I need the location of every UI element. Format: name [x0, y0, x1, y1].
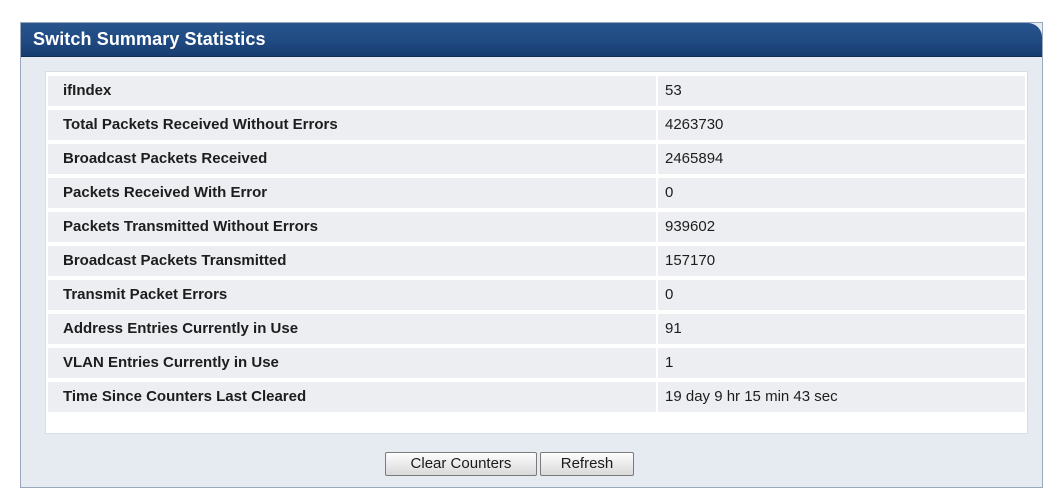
- stat-value: 91: [656, 314, 1025, 344]
- stat-value: 157170: [656, 246, 1025, 276]
- stat-label: Address Entries Currently in Use: [63, 320, 299, 337]
- stat-label: Packets Transmitted Without Errors: [63, 218, 318, 235]
- stat-row-received-with-error: Packets Received With Error 0: [48, 178, 1025, 208]
- stat-value: 2465894: [656, 144, 1025, 174]
- stat-label: Packets Received With Error: [63, 184, 268, 201]
- panel-title: Switch Summary Statistics: [33, 29, 266, 49]
- stat-row-transmitted-without-errors: Packets Transmitted Without Errors 93960…: [48, 212, 1025, 242]
- stat-value: 0: [656, 280, 1025, 310]
- stat-value: 53: [656, 76, 1025, 106]
- stat-row-broadcast-received: Broadcast Packets Received 2465894: [48, 144, 1025, 174]
- stats-table: ifIndex 53 Total Packets Received Withou…: [45, 71, 1028, 434]
- stat-value: 1: [656, 348, 1025, 378]
- stat-label: ifIndex: [63, 82, 112, 99]
- stat-label: Transmit Packet Errors: [63, 286, 228, 303]
- stat-value: 4263730: [656, 110, 1025, 140]
- stat-row-ifindex: ifIndex 53: [48, 76, 1025, 106]
- stat-row-time-since-cleared: Time Since Counters Last Cleared 19 day …: [48, 382, 1025, 412]
- switch-summary-panel: Switch Summary Statistics ifIndex 53 Tot…: [20, 22, 1043, 488]
- stat-label: Broadcast Packets Transmitted: [63, 252, 287, 269]
- stat-label: Time Since Counters Last Cleared: [63, 388, 307, 405]
- stat-value: 939602: [656, 212, 1025, 242]
- stat-row-address-entries: Address Entries Currently in Use 91: [48, 314, 1025, 344]
- stat-row-broadcast-transmitted: Broadcast Packets Transmitted 157170: [48, 246, 1025, 276]
- refresh-button[interactable]: Refresh: [540, 452, 634, 476]
- stat-value: 19 day 9 hr 15 min 43 sec: [656, 382, 1025, 412]
- stat-row-vlan-entries: VLAN Entries Currently in Use 1: [48, 348, 1025, 378]
- stat-value: 0: [656, 178, 1025, 208]
- stat-label: Total Packets Received Without Errors: [63, 116, 338, 133]
- panel-header: Switch Summary Statistics: [21, 23, 1042, 57]
- stat-row-total-packets-received: Total Packets Received Without Errors 42…: [48, 110, 1025, 140]
- stat-label: VLAN Entries Currently in Use: [63, 354, 279, 371]
- button-bar: Clear Counters Refresh: [21, 452, 1042, 476]
- stat-row-transmit-errors: Transmit Packet Errors 0: [48, 280, 1025, 310]
- clear-counters-button[interactable]: Clear Counters: [385, 452, 537, 476]
- stat-label: Broadcast Packets Received: [63, 150, 268, 167]
